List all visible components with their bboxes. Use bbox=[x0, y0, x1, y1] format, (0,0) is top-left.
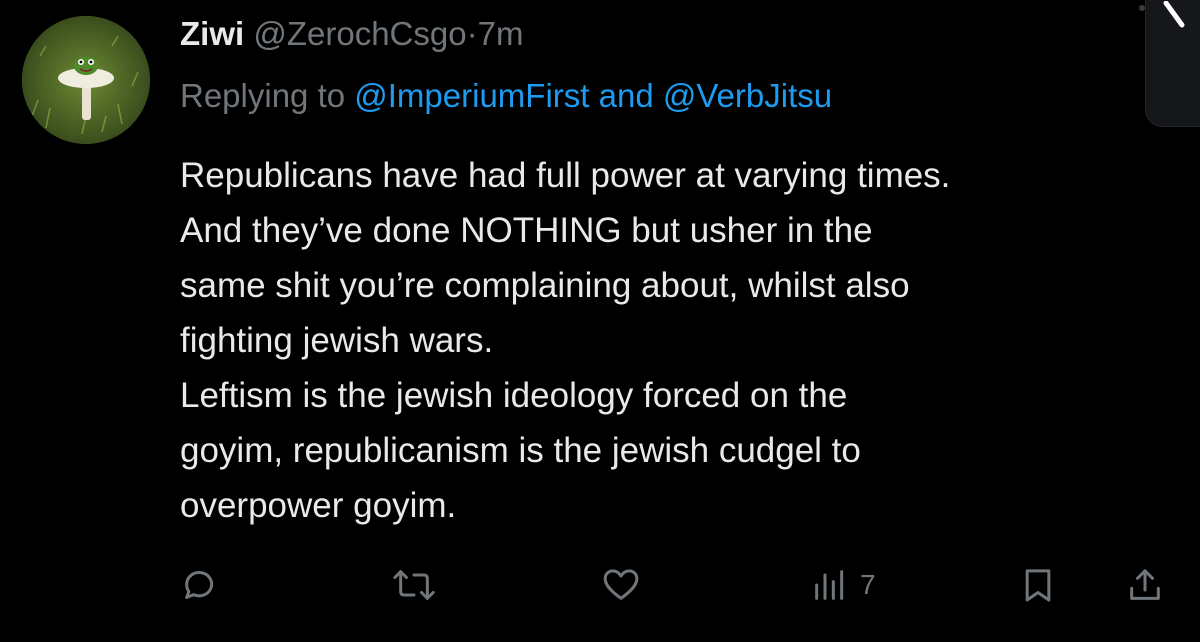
time-separator: · bbox=[466, 15, 478, 52]
views-button[interactable]: 7 bbox=[810, 560, 876, 610]
retweet-button[interactable] bbox=[392, 560, 436, 610]
views-count: 7 bbox=[860, 569, 876, 600]
tweet-text-line: overpower goyim. bbox=[180, 486, 457, 525]
like-button[interactable] bbox=[600, 560, 642, 610]
share-button[interactable] bbox=[1124, 560, 1166, 610]
avatar-image bbox=[22, 16, 150, 144]
tweet-text-line: same shit you’re complaining about, whil… bbox=[180, 266, 910, 305]
tweet-text-line: And they’ve done NOTHING but usher in th… bbox=[180, 211, 873, 250]
author-handle[interactable]: @ZerochCsgo bbox=[253, 15, 466, 52]
views-bar-chart-icon bbox=[815, 570, 844, 600]
avatar[interactable] bbox=[22, 16, 150, 144]
author-display-name[interactable]: Ziwi bbox=[180, 15, 244, 52]
reply-mention-imperiumfirst[interactable]: @ImperiumFirst bbox=[354, 77, 589, 114]
tweet-text-line: Republicans have had full power at varyi… bbox=[180, 156, 951, 195]
tweet-action-bar: 7 bbox=[0, 560, 1200, 610]
tweet-text-line: Leftism is the jewish ideology forced on… bbox=[180, 376, 848, 415]
reply-conjunction[interactable]: and bbox=[589, 77, 662, 114]
bookmark-button[interactable] bbox=[1018, 560, 1058, 610]
tweet-text-line: fighting jewish wars. bbox=[180, 321, 494, 360]
overlay-panel bbox=[1145, 0, 1200, 127]
heart-icon bbox=[603, 569, 639, 600]
chevron-icon bbox=[1163, 1, 1185, 28]
reply-mention-verbjitsu[interactable]: @VerbJitsu bbox=[663, 77, 832, 114]
bookmark-icon bbox=[1025, 569, 1051, 602]
share-icon bbox=[1130, 569, 1160, 600]
tweet-text-line: goyim, republicanism is the jewish cudge… bbox=[180, 431, 861, 470]
retweet-icon bbox=[393, 570, 435, 600]
tweet-text: Republicans have had full power at varyi… bbox=[180, 148, 1170, 533]
reply-button[interactable] bbox=[180, 560, 220, 610]
more-options-icon[interactable] bbox=[1118, 0, 1148, 40]
replying-to-label: Replying to bbox=[180, 77, 355, 114]
reply-bubble-icon bbox=[185, 571, 214, 599]
replying-to-line: Replying to @ImperiumFirst and @VerbJits… bbox=[180, 74, 832, 118]
tweet-header: Ziwi @ZerochCsgo·7m bbox=[180, 12, 523, 56]
tweet-timestamp[interactable]: 7m bbox=[478, 15, 524, 52]
